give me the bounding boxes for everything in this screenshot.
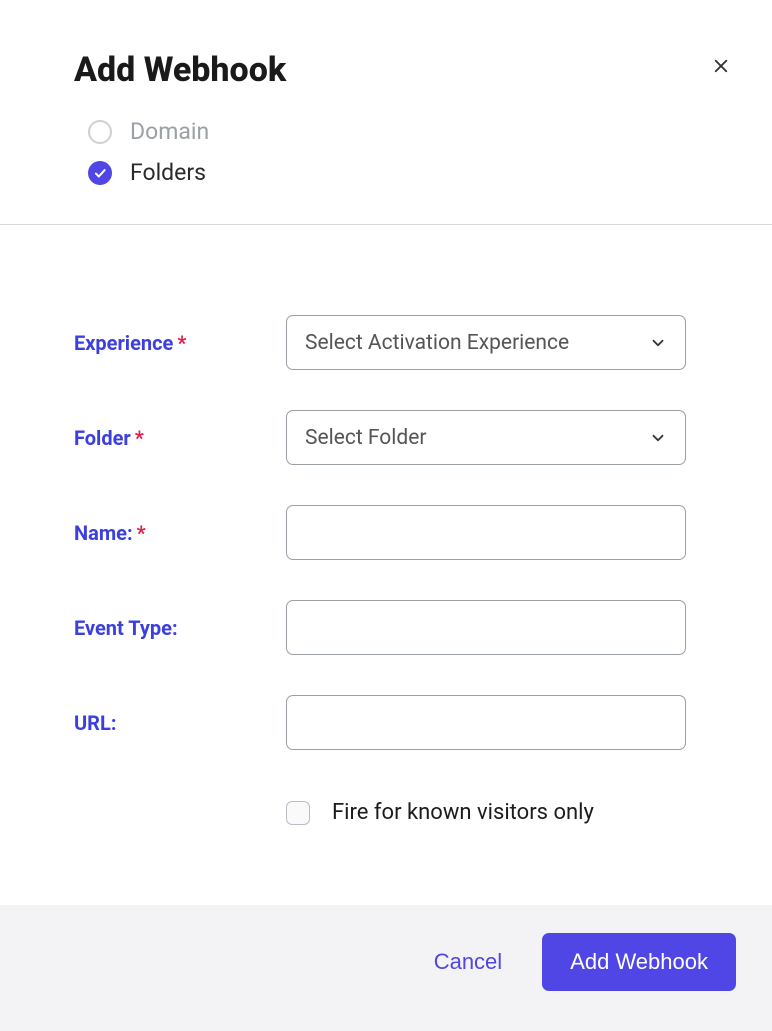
label-experience: Experience*	[74, 331, 286, 355]
label-url: URL:	[74, 711, 286, 735]
required-mark: *	[135, 426, 144, 450]
url-input[interactable]	[286, 695, 686, 750]
label-folder-text: Folder	[74, 426, 131, 450]
label-name: Name:*	[74, 521, 286, 545]
experience-select-value: Select Activation Experience	[305, 331, 569, 355]
label-event-type: Event Type:	[74, 616, 286, 640]
scope-radio-group: Domain Folders	[74, 118, 698, 186]
scope-label-folders: Folders	[130, 159, 206, 186]
add-webhook-button[interactable]: Add Webhook	[542, 933, 736, 991]
close-icon	[712, 57, 730, 78]
known-visitors-label: Fire for known visitors only	[332, 800, 594, 825]
label-name-text: Name:	[74, 521, 133, 545]
folder-select-value: Select Folder	[305, 426, 427, 450]
scope-option-domain[interactable]: Domain	[88, 118, 698, 145]
label-folder: Folder*	[74, 426, 286, 450]
row-event-type: Event Type:	[74, 600, 698, 655]
scope-option-folders[interactable]: Folders	[88, 159, 698, 186]
add-webhook-dialog: Add Webhook Domain Folders	[0, 0, 772, 962]
row-url: URL:	[74, 695, 698, 750]
cancel-button[interactable]: Cancel	[428, 939, 508, 985]
label-url-text: URL:	[74, 711, 116, 735]
chevron-down-icon	[649, 429, 667, 447]
dialog-header: Add Webhook Domain Folders	[0, 0, 772, 216]
required-mark: *	[177, 331, 186, 355]
radio-unchecked-icon	[88, 120, 112, 144]
close-button[interactable]	[706, 52, 736, 82]
radio-checked-icon	[88, 161, 112, 185]
label-experience-text: Experience	[74, 331, 173, 355]
folder-select[interactable]: Select Folder	[286, 410, 686, 465]
row-name: Name:*	[74, 505, 698, 560]
dialog-title: Add Webhook	[74, 50, 698, 90]
known-visitors-checkbox[interactable]	[286, 801, 310, 825]
event-type-input[interactable]	[286, 600, 686, 655]
label-event-type-text: Event Type:	[74, 616, 178, 640]
row-known-visitors: Fire for known visitors only	[74, 790, 698, 825]
experience-select[interactable]: Select Activation Experience	[286, 315, 686, 370]
dialog-footer: Cancel Add Webhook	[0, 905, 772, 1031]
scope-label-domain: Domain	[130, 118, 209, 145]
row-folder: Folder* Select Folder	[74, 410, 698, 465]
required-mark: *	[137, 521, 146, 545]
name-input[interactable]	[286, 505, 686, 560]
chevron-down-icon	[649, 334, 667, 352]
row-experience: Experience* Select Activation Experience	[74, 315, 698, 370]
form-body: Experience* Select Activation Experience…	[0, 225, 772, 905]
